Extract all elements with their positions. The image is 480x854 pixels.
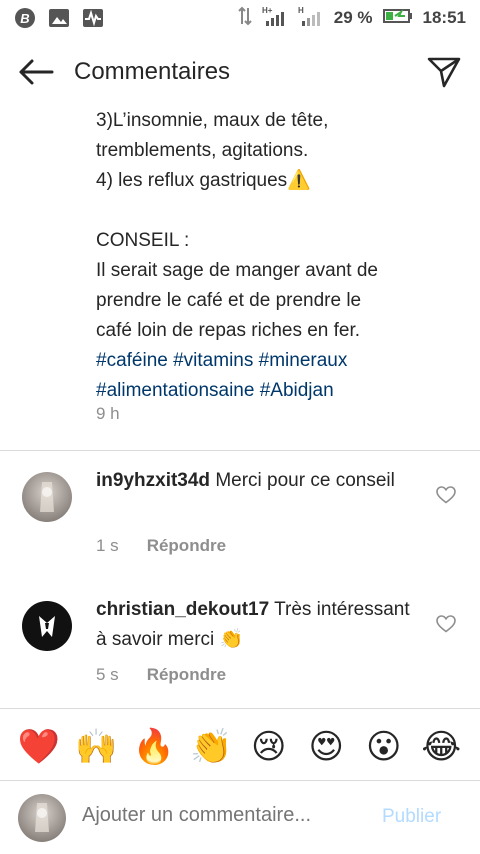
caption-line: CONSEIL : xyxy=(96,230,190,251)
post-caption: 3)L’insomnie, maux de tête, tremblements… xyxy=(96,106,436,406)
svg-text:B: B xyxy=(20,11,29,26)
caption-timestamp: 9 h xyxy=(96,404,120,423)
battery-percent: 29 % xyxy=(333,8,373,27)
signal-strength-icon-1: H+ xyxy=(262,5,288,32)
comment-timestamp: 1 s xyxy=(96,536,119,555)
emoji-clap-button[interactable]: 👏 xyxy=(186,725,236,769)
hashtag-link[interactable]: #caféine #vitamins #mineraux xyxy=(96,346,436,376)
emoji-heart-button[interactable]: ❤️ xyxy=(14,725,64,769)
emoji-fire-button[interactable]: 🔥 xyxy=(129,725,179,769)
divider xyxy=(0,708,480,709)
emoji-raised-hands-button[interactable]: 🙌 xyxy=(71,725,121,769)
signal-strength-icon-2: H xyxy=(298,5,324,32)
status-bar: B H+ H 29 % 18:51 xyxy=(0,0,480,36)
comment-meta: 1 s Répondre xyxy=(96,536,226,556)
app-notification-icon: B xyxy=(14,7,36,29)
emoji-laughing-button[interactable]: 😂 xyxy=(416,725,466,769)
divider xyxy=(0,780,480,781)
back-button[interactable] xyxy=(16,52,56,92)
comment-text: Merci pour ce conseil xyxy=(210,470,395,491)
data-transfer-icon xyxy=(238,6,252,31)
caption-line: 4) les reflux gastriques⚠️ xyxy=(96,170,311,191)
emoji-heart-eyes-button[interactable]: 😍 xyxy=(301,725,351,769)
avatar xyxy=(18,794,66,842)
battery-charging-icon xyxy=(382,8,413,29)
avatar[interactable] xyxy=(22,601,72,651)
comment-timestamp: 5 s xyxy=(96,665,119,684)
comment-composer: Publier xyxy=(0,790,480,848)
reply-button[interactable]: Répondre xyxy=(147,536,226,556)
caption-line: Il serait sage de manger avant de xyxy=(96,260,379,281)
caption-line: café loin de repas riches en fer. xyxy=(96,320,361,341)
comment-username[interactable]: in9yhzxit34d xyxy=(96,470,210,491)
comment-input[interactable] xyxy=(82,804,352,827)
comment-username[interactable]: christian_dekout17 xyxy=(96,599,269,620)
back-arrow-icon xyxy=(19,59,54,85)
svg-text:H: H xyxy=(298,6,304,15)
publish-button[interactable]: Publier xyxy=(382,806,441,828)
header: Commentaires xyxy=(0,44,480,100)
page-title: Commentaires xyxy=(74,58,231,85)
comment-body: in9yhzxit34d Merci pour ce conseil xyxy=(96,466,416,496)
avatar[interactable] xyxy=(22,472,72,522)
svg-text:H+: H+ xyxy=(262,6,273,15)
hashtag-link[interactable]: #alimentationsaine #Abidjan xyxy=(96,376,436,406)
reply-button[interactable]: Répondre xyxy=(147,665,226,685)
like-heart-icon[interactable] xyxy=(436,615,458,637)
divider xyxy=(0,450,480,451)
comment-body: christian_dekout17 Très intéressant à sa… xyxy=(96,595,416,655)
emoji-crying-button[interactable]: 😢 xyxy=(244,725,294,769)
like-heart-icon[interactable] xyxy=(436,486,458,508)
caption-line: tremblements, agitations. xyxy=(96,140,309,161)
comment-meta: 5 s Répondre xyxy=(96,665,226,685)
caption-line: 3)L’insomnie, maux de tête, xyxy=(96,110,329,131)
clock: 18:51 xyxy=(422,8,466,27)
caption-line: prendre le café et de prendre le xyxy=(96,290,362,311)
emoji-quick-bar: ❤️ 🙌 🔥 👏 😢 😍 😮 😂 xyxy=(0,718,480,776)
emoji-surprised-button[interactable]: 😮 xyxy=(359,725,409,769)
direct-message-button[interactable] xyxy=(424,52,464,92)
gallery-icon xyxy=(48,7,70,29)
paper-plane-icon xyxy=(427,57,461,88)
activity-icon xyxy=(82,7,104,29)
